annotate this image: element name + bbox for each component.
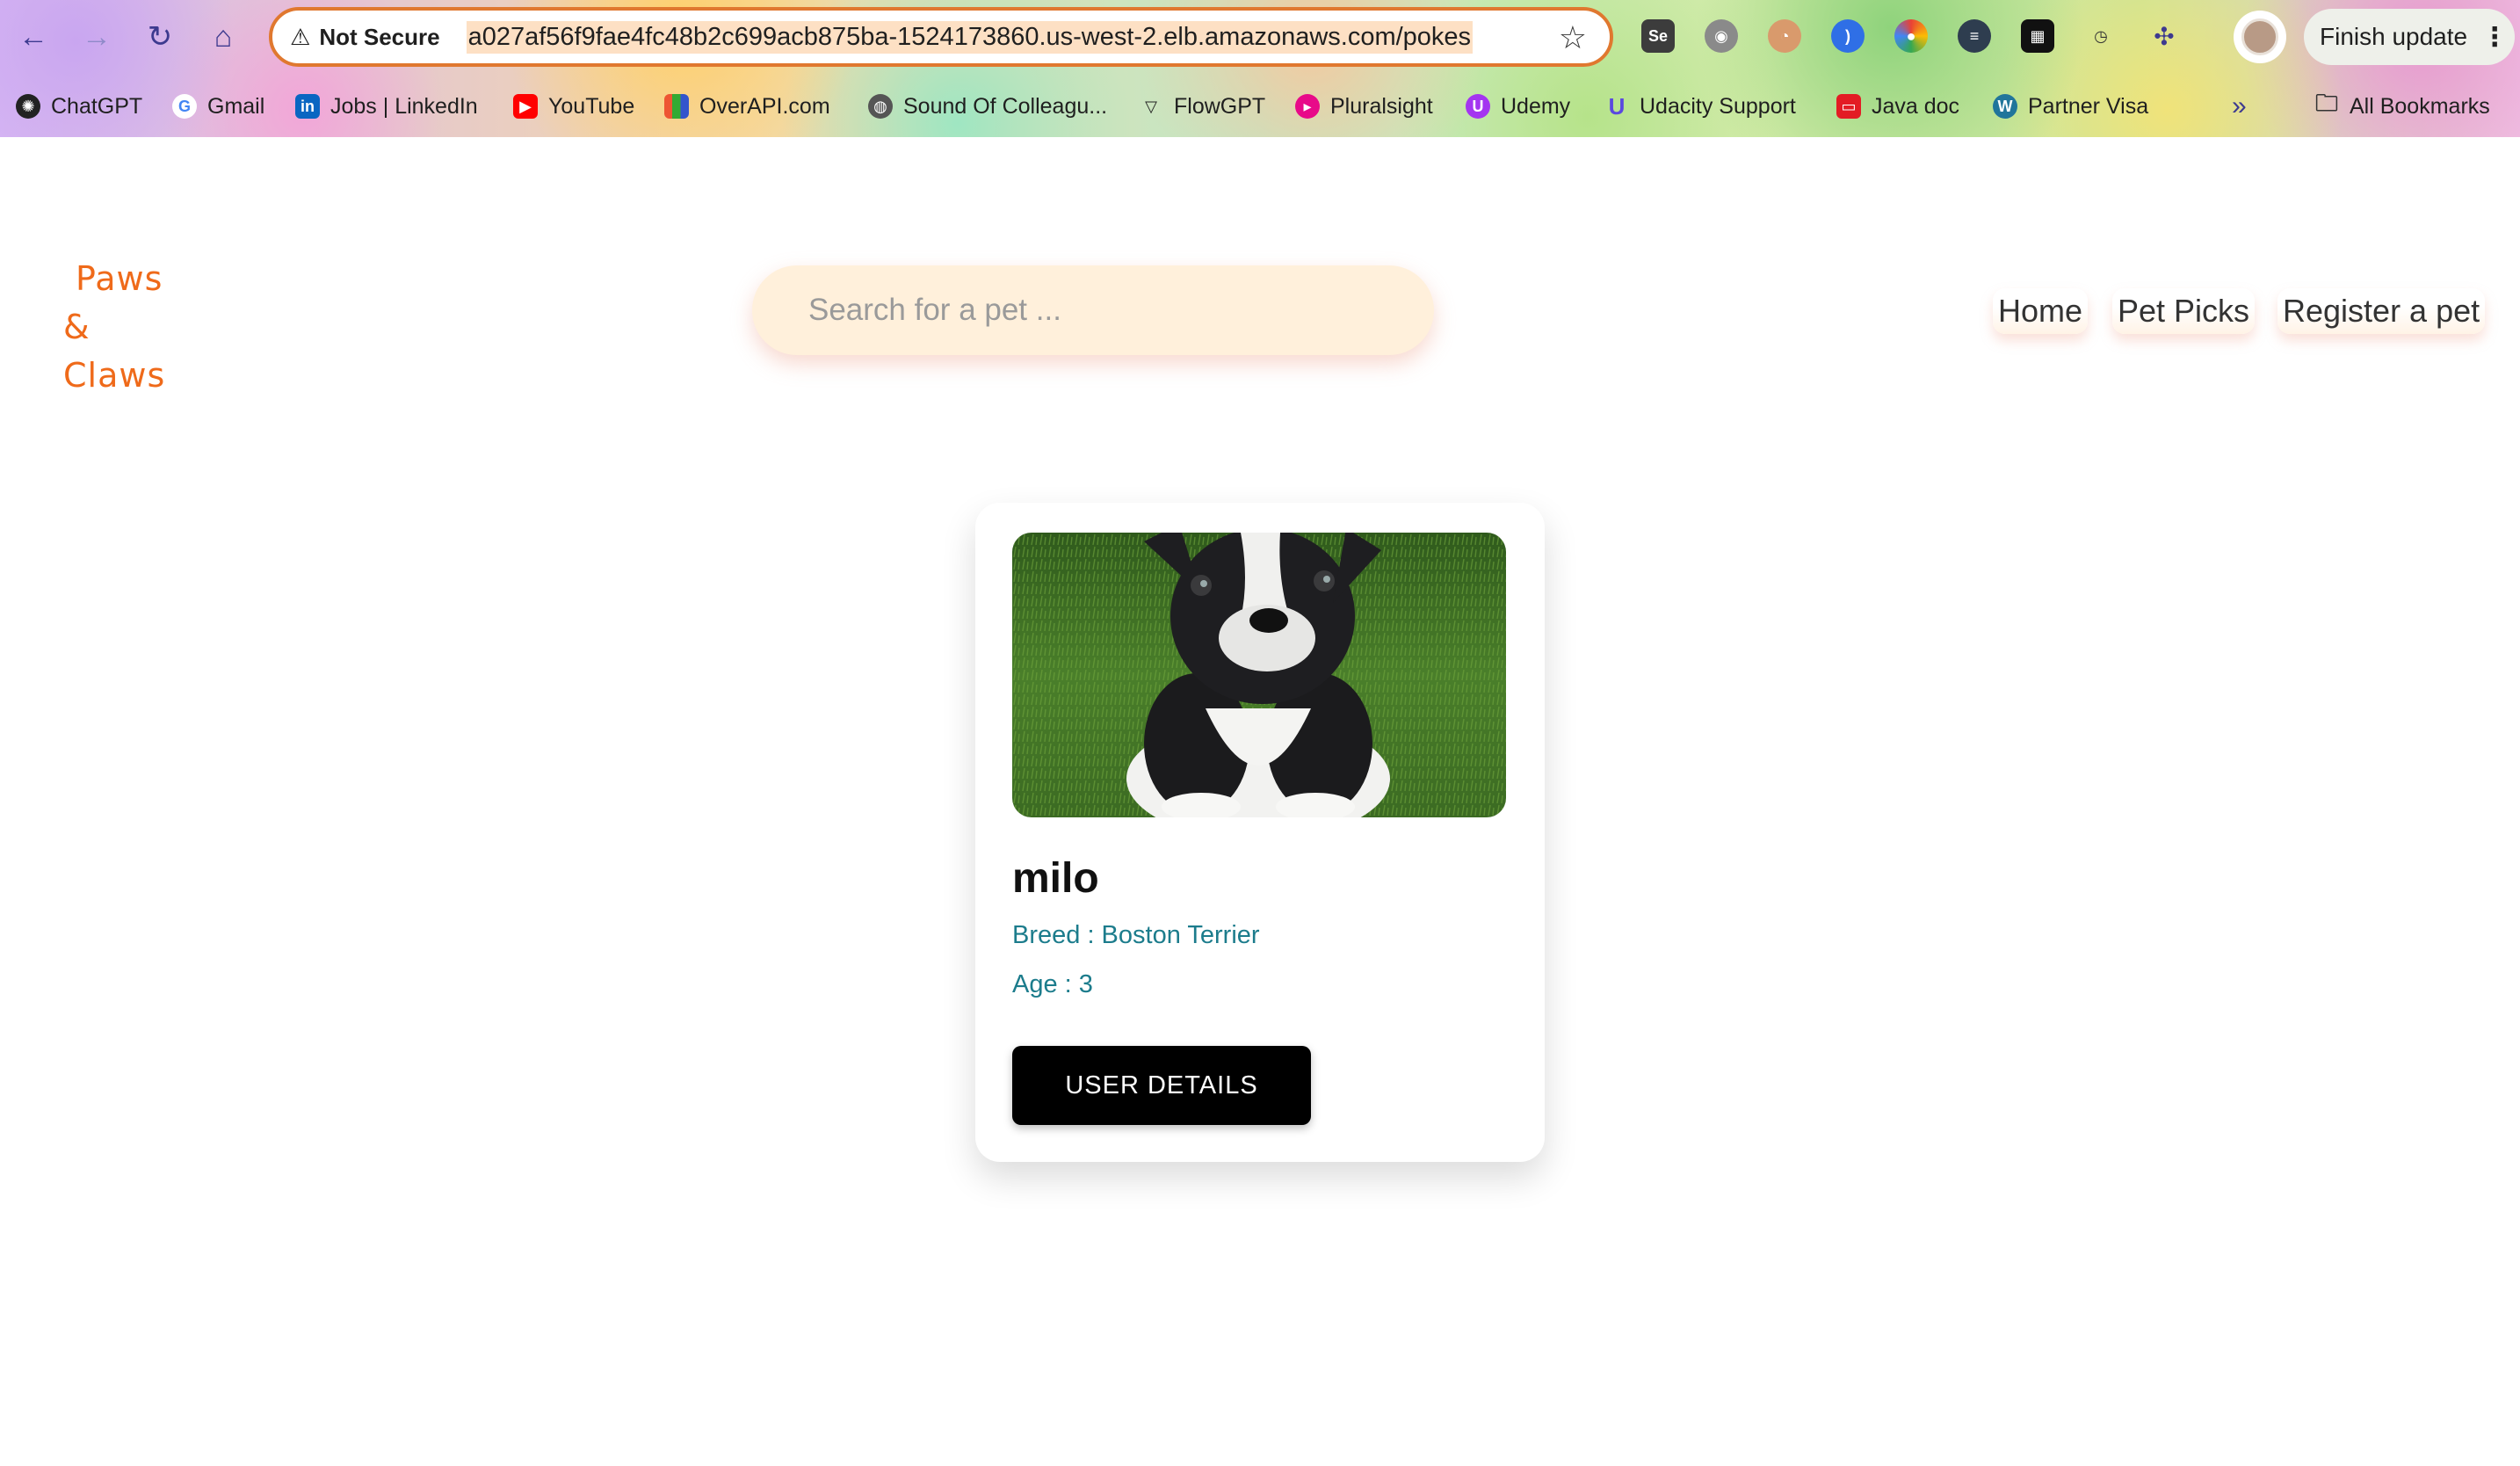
bookmark-linkedin[interactable]: in Jobs | LinkedIn <box>295 90 478 123</box>
bookmark-overapi[interactable]: OverAPI.com <box>664 90 830 123</box>
avatar-icon <box>2241 18 2278 55</box>
flowgpt-icon: ▽ <box>1145 97 1157 115</box>
timer-extension-icon[interactable]: ◷ <box>2084 19 2118 53</box>
bookmark-label: YouTube <box>548 93 635 119</box>
profile-avatar[interactable] <box>2234 11 2286 63</box>
nav-register-pet-link[interactable]: Register a pet <box>2277 288 2486 334</box>
java-icon: ▭ <box>1836 94 1861 119</box>
logo-line-2: & Claws <box>63 308 166 395</box>
reload-icon[interactable]: ↻ <box>139 16 181 58</box>
puzzle-extensions-icon[interactable]: ✣ <box>2147 19 2181 53</box>
linkedin-icon: in <box>295 94 320 119</box>
home-icon[interactable]: ⌂ <box>202 16 244 58</box>
bookmark-java-doc[interactable]: ▭ Java doc <box>1836 90 1959 123</box>
logo-line-1: Paws <box>76 259 163 298</box>
bookmark-label: Gmail <box>207 93 265 119</box>
finish-update-label: Finish update <box>2320 23 2468 50</box>
camera-extension-icon[interactable]: ◉ <box>1705 19 1738 53</box>
eyes-extension-icon[interactable]: ◔ <box>1768 19 1801 53</box>
bookmark-label: ChatGPT <box>51 93 143 119</box>
back-arrow-icon[interactable]: ← <box>12 16 54 58</box>
browser-chrome: ← → ↻ ⌂ ⚠ Not Secure a027af56f9fae4fc48b… <box>0 0 2520 137</box>
user-details-button[interactable]: USER DETAILS <box>1012 1046 1311 1125</box>
pet-name: milo <box>1012 855 1099 902</box>
nav-pet-picks-link[interactable]: Pet Picks <box>2112 288 2256 334</box>
bookmark-udacity[interactable]: U Udacity Support <box>1604 90 1796 123</box>
warning-triangle-icon: ⚠ <box>290 23 311 50</box>
finish-update-button[interactable]: Finish update ⋮ <box>2304 9 2515 65</box>
bookmark-label: Udacity Support <box>1640 93 1796 119</box>
forward-arrow-icon[interactable]: → <box>76 16 118 58</box>
nav-home-link[interactable]: Home <box>1993 288 2089 334</box>
bookmark-label: Udemy <box>1501 93 1571 119</box>
browser-toolbar: ← → ↻ ⌂ ⚠ Not Secure a027af56f9fae4fc48b… <box>0 0 2520 74</box>
bookmark-chatgpt[interactable]: ✺ ChatGPT <box>16 90 142 123</box>
bookmark-label: Partner Visa <box>2028 93 2149 119</box>
udemy-icon: U <box>1466 94 1490 119</box>
more-bookmarks-chevron-icon[interactable]: » <box>2232 90 2247 123</box>
color-picker-extension-icon[interactable]: ● <box>1894 19 1928 53</box>
bookmark-label: Java doc <box>1872 93 1960 119</box>
bookmark-star-icon[interactable]: ☆ <box>1559 19 1587 56</box>
udacity-icon: U <box>1608 92 1626 120</box>
pet-age: Age : 3 <box>1012 970 1093 998</box>
all-bookmarks-folder[interactable]: 🗀 All Bookmarks <box>2314 90 2490 123</box>
bookmark-gmail[interactable]: G Gmail <box>172 90 264 123</box>
chat-extension-icon[interactable]: ≡ <box>1958 19 1991 53</box>
selenium-extension-icon[interactable]: Se <box>1641 19 1675 53</box>
overapi-icon <box>664 94 689 119</box>
security-chip[interactable]: ⚠ Not Secure <box>290 24 440 51</box>
google-icon: G <box>172 94 197 119</box>
bookmark-sound-of-colleagues[interactable]: ◍ Sound Of Colleagu... <box>868 90 1107 123</box>
wordpress-icon: W <box>1993 94 2017 119</box>
pet-breed: Breed : Boston Terrier <box>1012 921 1260 949</box>
wallet-extension-icon[interactable]: ) <box>1831 19 1865 53</box>
pluralsight-icon: ▸ <box>1295 94 1320 119</box>
address-bar[interactable]: ⚠ Not Secure a027af56f9fae4fc48b2c699acb… <box>269 7 1613 67</box>
bookmark-udemy[interactable]: U Udemy <box>1466 90 1570 123</box>
folder-icon: 🗀 <box>2314 90 2338 116</box>
bookmark-label: OverAPI.com <box>699 93 830 119</box>
bookmark-label: FlowGPT <box>1174 93 1266 119</box>
bookmark-partner-visa[interactable]: W Partner Visa <box>1993 90 2148 123</box>
bookmark-flowgpt[interactable]: ▽ FlowGPT <box>1139 90 1265 123</box>
pet-search-input[interactable] <box>752 265 1434 355</box>
security-label: Not Secure <box>319 23 440 50</box>
pet-photo <box>1012 533 1506 817</box>
bookmark-label: Pluralsight <box>1330 93 1433 119</box>
bookmark-pluralsight[interactable]: ▸ Pluralsight <box>1295 90 1433 123</box>
grid-extension-icon[interactable]: ▦ <box>2021 19 2054 53</box>
youtube-icon: ▶ <box>513 94 538 119</box>
chatgpt-icon: ✺ <box>16 94 40 119</box>
bookmark-label: Sound Of Colleagu... <box>903 93 1108 119</box>
globe-icon: ◍ <box>868 94 893 119</box>
bookmark-label: Jobs | LinkedIn <box>330 93 478 119</box>
site-logo[interactable]: Paws & Claws <box>63 255 177 400</box>
kebab-menu-icon[interactable]: ⋮ <box>2481 22 2508 53</box>
bookmark-youtube[interactable]: ▶ YouTube <box>513 90 634 123</box>
all-bookmarks-label: All Bookmarks <box>2350 93 2490 119</box>
pet-card: milo Breed : Boston Terrier Age : 3 USER… <box>975 503 1545 1162</box>
url-text[interactable]: a027af56f9fae4fc48b2c699acb875ba-1524173… <box>466 20 1474 54</box>
